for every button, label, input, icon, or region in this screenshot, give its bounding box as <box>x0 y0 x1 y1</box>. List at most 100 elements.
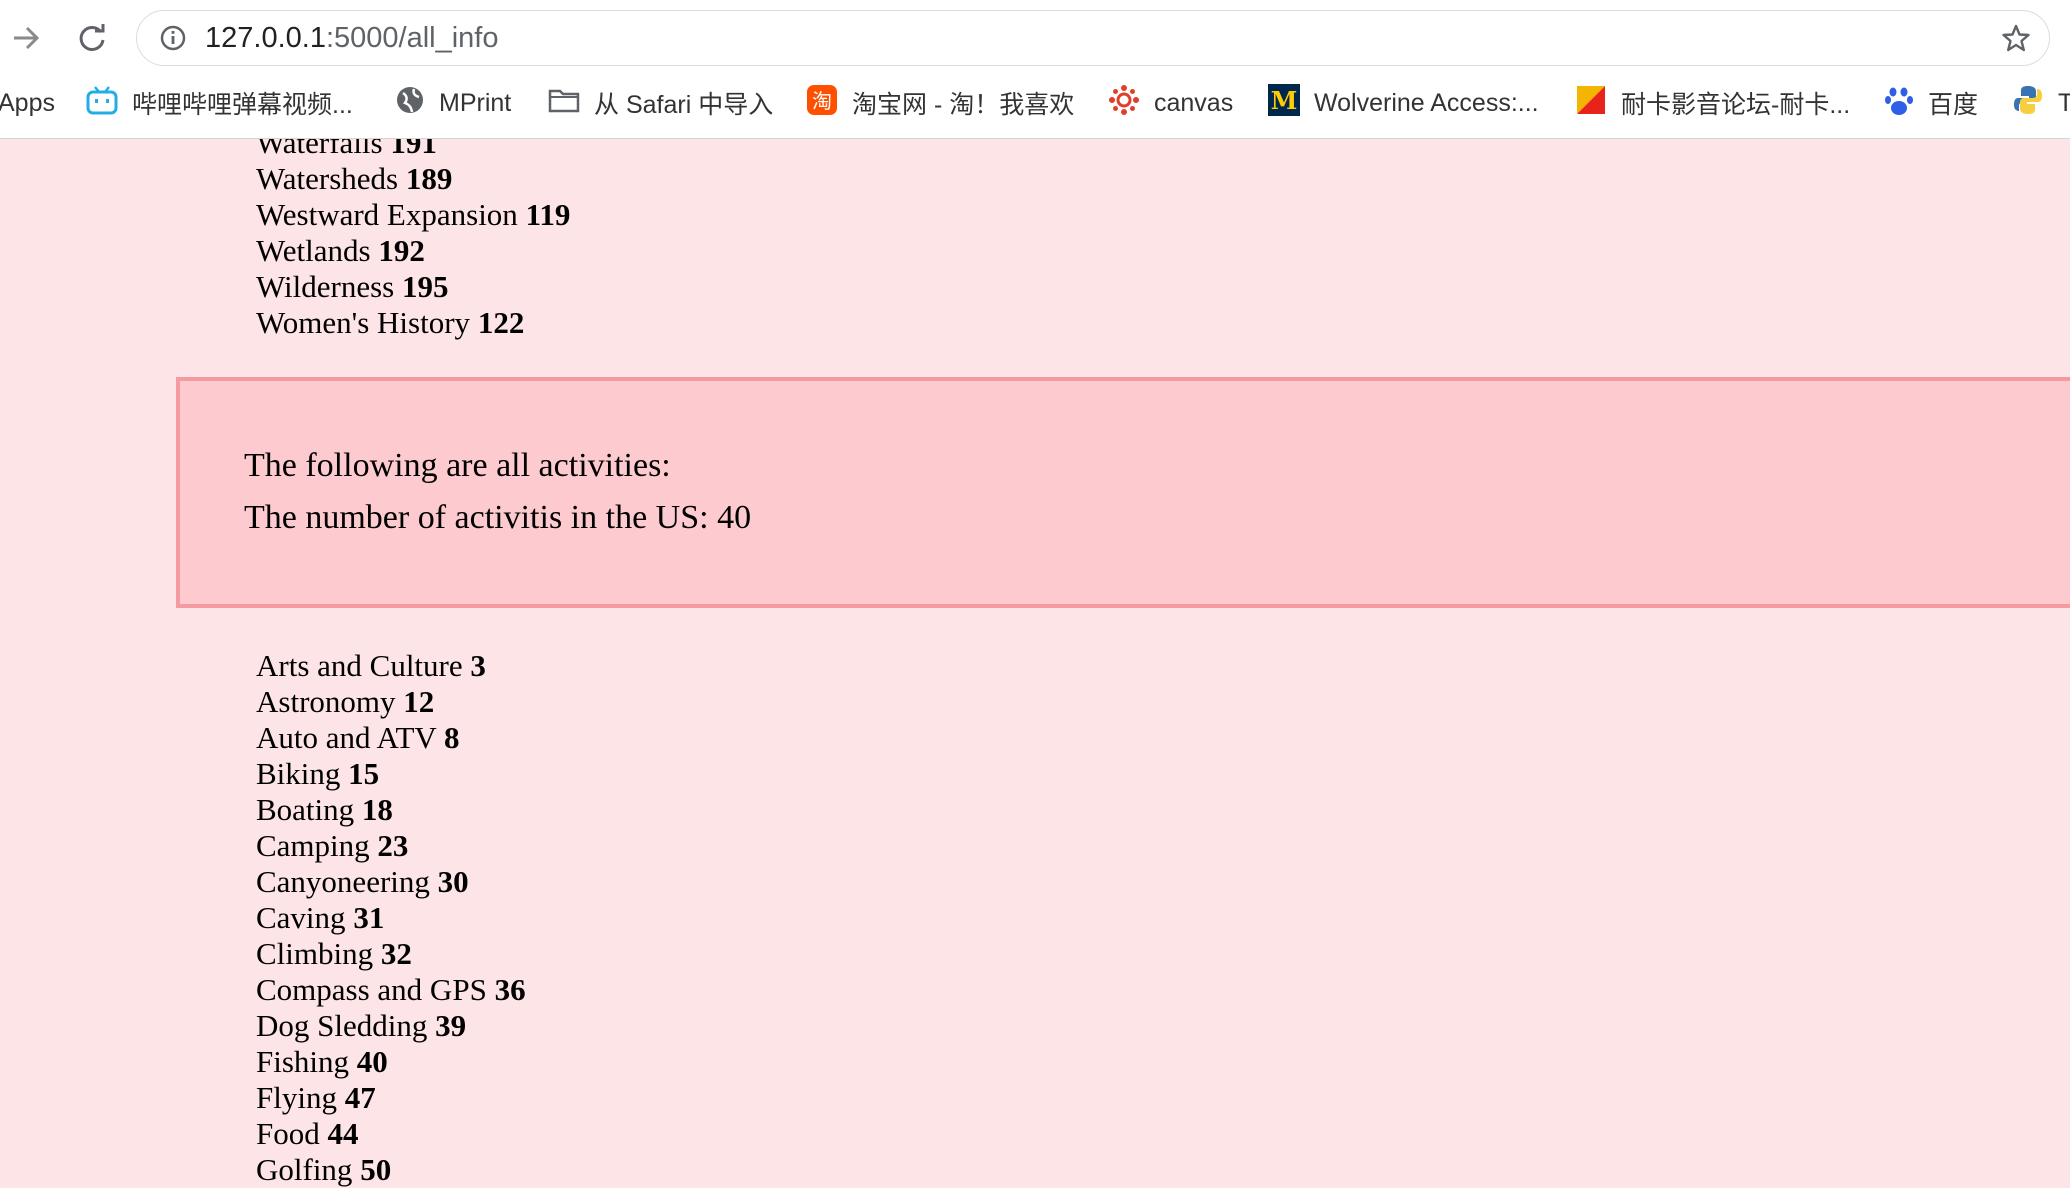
taobao-icon: 淘 <box>806 84 838 123</box>
site-info-icon[interactable] <box>159 24 187 57</box>
item-count: 8 <box>444 720 460 755</box>
flag-icon <box>1575 84 1607 123</box>
bookmark-apps[interactable]: Apps <box>0 78 55 128</box>
bilibili-icon <box>86 85 118 122</box>
list-item: Food 44 <box>256 1116 526 1152</box>
item-count: 191 <box>390 139 437 160</box>
item-count: 47 <box>344 1080 376 1115</box>
item-count: 36 <box>494 972 526 1007</box>
item-name: Dog Sledding <box>256 1008 428 1043</box>
list-item: Fishing 40 <box>256 1044 526 1080</box>
item-count: 3 <box>470 648 486 683</box>
list-item: Climbing 32 <box>256 936 526 972</box>
item-name: Caving <box>256 900 346 935</box>
item-name: Food <box>256 1116 320 1151</box>
bookmark-star-icon[interactable] <box>2001 23 2031 58</box>
bookmark-label: 耐卡影音论坛-耐卡... <box>1621 91 1851 119</box>
bookmark-label: T <box>2058 89 2070 118</box>
item-name: Flying <box>256 1080 337 1115</box>
item-name: Camping <box>256 828 370 863</box>
list-item: Arts and Culture 3 <box>256 648 526 684</box>
svg-text:淘: 淘 <box>812 89 832 113</box>
url-host: 127.0.0.1 <box>205 22 326 54</box>
bookmark-label: canvas <box>1154 88 1234 117</box>
reload-icon[interactable] <box>68 14 116 62</box>
bookmark-baidu[interactable]: 百度 <box>1884 78 1978 128</box>
list-item: Women's History 122 <box>256 305 570 341</box>
item-name: Astronomy <box>256 684 396 719</box>
item-name: Auto and ATV <box>256 720 437 755</box>
activities-count-text: The number of activitis in the US: 40 <box>244 499 752 536</box>
item-count: 12 <box>403 684 435 719</box>
item-count: 44 <box>327 1116 359 1151</box>
item-count: 119 <box>525 197 571 232</box>
bookmark-label: Wolverine Access:... <box>1314 88 1539 117</box>
item-name: Compass and GPS <box>256 972 487 1007</box>
item-count: 189 <box>405 161 453 196</box>
bookmark-python[interactable]: T <box>2012 78 2070 128</box>
item-name: Waterfalls <box>256 139 383 160</box>
item-name: Boating <box>256 792 355 827</box>
item-name: Fishing <box>256 1044 350 1079</box>
item-name: Westward Expansion <box>256 197 518 232</box>
bookmark-wolverine-access[interactable]: M Wolverine Access:... <box>1268 78 1539 128</box>
item-count: 30 <box>437 864 469 899</box>
list-item: Compass and GPS 36 <box>256 972 526 1008</box>
bookmark-naika-forum[interactable]: 耐卡影音论坛-耐卡... <box>1575 78 1850 128</box>
list-item: Dog Sledding 39 <box>256 1008 526 1044</box>
bookmark-label: MPrint <box>439 88 512 117</box>
bookmark-mprint[interactable]: MPrint <box>395 78 511 128</box>
item-count: 39 <box>435 1008 467 1043</box>
forward-arrow-icon[interactable] <box>2 14 50 62</box>
item-count: 192 <box>378 233 425 268</box>
canvas-icon <box>1108 84 1140 123</box>
baidu-paw-icon <box>1884 84 1914 123</box>
folder-icon <box>548 87 580 120</box>
globe-icon <box>395 85 425 122</box>
list-item: Wilderness 195 <box>256 269 570 305</box>
item-name: Women's History <box>256 305 471 340</box>
item-name: Golfing <box>256 1152 353 1187</box>
list-item: Biking 15 <box>256 756 526 792</box>
item-count: 15 <box>348 756 380 791</box>
bookmark-taobao[interactable]: 淘 淘宝网 - 淘！我喜欢 <box>806 78 1074 128</box>
list-item: Wetlands 192 <box>256 233 570 269</box>
item-count: 31 <box>353 900 385 935</box>
item-count: 23 <box>377 828 409 863</box>
list-item: Golfing 50 <box>256 1152 526 1188</box>
address-bar[interactable]: 127.0.0.1:5000/all_info <box>136 10 2050 66</box>
list-item: Canyoneering 30 <box>256 864 526 900</box>
item-count: 18 <box>361 792 393 827</box>
list-item: Watersheds 189 <box>256 161 570 197</box>
bookmark-canvas[interactable]: canvas <box>1108 78 1233 128</box>
bookmark-label: 百度 <box>1928 91 1979 119</box>
list-item: Westward Expansion 119 <box>256 197 570 233</box>
list-item: Auto and ATV 8 <box>256 720 526 756</box>
list-item: Camping 23 <box>256 828 526 864</box>
item-count: 195 <box>401 269 449 304</box>
svg-text:M: M <box>1271 86 1298 115</box>
bookmark-label: 哔哩哔哩弹幕视频... <box>132 91 353 119</box>
bookmark-safari-folder[interactable]: 从 Safari 中导入 <box>548 78 773 128</box>
item-name: Arts and Culture <box>256 648 463 683</box>
list-item: Astronomy 12 <box>256 684 526 720</box>
page-content: Waterfalls 191 Watersheds 189 Westward E… <box>0 139 2070 1188</box>
bookmark-label: 淘宝网 - 淘！我喜欢 <box>852 91 1075 119</box>
url-text[interactable]: 127.0.0.1:5000/all_info <box>205 11 498 65</box>
list-item: Boating 18 <box>256 792 526 828</box>
bookmarks-bar: Apps 哔哩哔哩弹幕视频... MPrint 从 Safari 中导入 淘 淘… <box>0 78 2070 128</box>
list-item: Caving 31 <box>256 900 526 936</box>
topics-list: Waterfalls 191 Watersheds 189 Westward E… <box>256 139 570 341</box>
list-item: Waterfalls 191 <box>256 139 570 161</box>
activities-heading: The following are all activities: <box>244 447 671 484</box>
item-name: Wilderness <box>256 269 395 304</box>
list-item: Flying 47 <box>256 1080 526 1116</box>
bookmark-bilibili[interactable]: 哔哩哔哩弹幕视频... <box>86 78 353 128</box>
item-name: Climbing <box>256 936 374 971</box>
michigan-m-icon: M <box>1268 83 1300 123</box>
item-count: 40 <box>356 1044 388 1079</box>
activities-summary-box: The following are all activities: The nu… <box>176 377 2070 608</box>
python-icon <box>2012 84 2044 123</box>
item-name: Biking <box>256 756 341 791</box>
item-name: Wetlands <box>256 233 371 268</box>
